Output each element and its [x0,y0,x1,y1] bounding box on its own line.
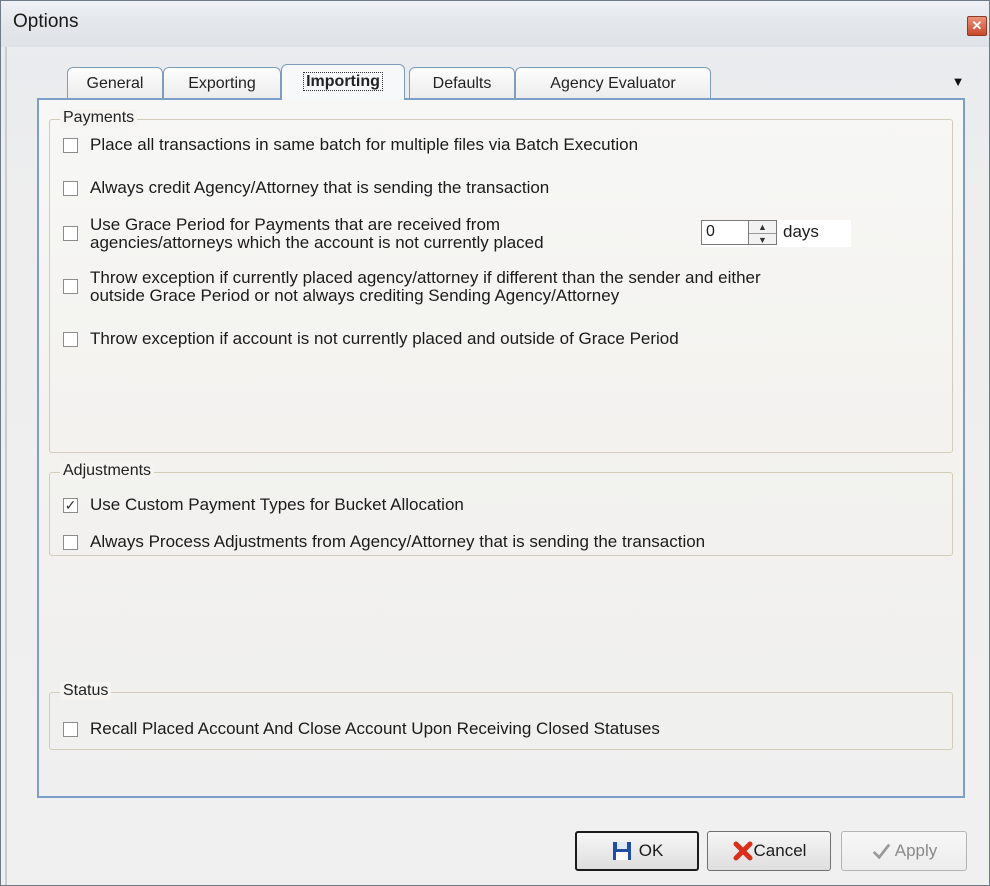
option-always-credit-agency[interactable]: Always credit Agency/Attorney that is se… [63,179,549,197]
tab-importing-label: Importing [303,72,383,91]
checkbox[interactable] [63,279,78,294]
checkmark-icon [872,843,890,860]
option-use-grace-period[interactable]: Use Grace Period for Payments that are r… [63,216,544,252]
option-label: Always credit Agency/Attorney that is se… [90,178,550,197]
apply-label: Apply [894,841,938,860]
option-custom-payment-types[interactable]: ✓ Use Custom Payment Types for Bucket Al… [63,496,464,514]
option-label: Use Grace Period for Payments that are r… [90,216,544,252]
checkbox[interactable] [63,138,78,153]
spin-up-icon[interactable]: ▲ [749,221,776,234]
option-label-line2: outside Grace Period or not always credi… [90,286,620,305]
option-throw-exception-not-placed[interactable]: Throw exception if account is not curren… [63,330,679,348]
spin-buttons[interactable]: ▲ ▼ [749,220,777,245]
grace-period-stepper[interactable]: 0 ▲ ▼ days [701,220,851,247]
dropdown-arrow-icon[interactable]: ▼ [951,75,965,89]
option-throw-exception-different-sender[interactable]: Throw exception if currently placed agen… [63,269,761,305]
title-bar[interactable]: Options ✕ [1,1,989,47]
option-recall-placed-account[interactable]: Recall Placed Account And Close Account … [63,720,660,738]
tab-importing[interactable]: Importing [281,64,405,100]
tab-general[interactable]: General [67,67,163,99]
cancel-label: Cancel [753,841,807,860]
option-label: Throw exception if currently placed agen… [90,269,761,305]
tab-general-label: General [86,75,144,92]
ok-button[interactable]: OK [575,831,699,871]
adjustments-legend: Adjustments [60,462,155,480]
ok-label: OK [638,841,664,860]
payments-legend: Payments [60,109,138,127]
option-label: Throw exception if account is not curren… [90,329,679,348]
tab-exporting-label: Exporting [188,75,256,92]
tab-agency-evaluator[interactable]: Agency Evaluator [515,67,711,99]
apply-button[interactable]: Apply [841,831,967,871]
checkbox[interactable] [63,332,78,347]
checkbox[interactable] [63,722,78,737]
red-x-icon [733,841,753,861]
option-label: Use Custom Payment Types for Bucket Allo… [90,495,464,514]
save-icon [612,842,631,860]
option-label-line2: agencies/attorneys which the account is … [90,233,544,252]
option-always-process-adjustments[interactable]: Always Process Adjustments from Agency/A… [63,533,705,551]
option-label-line1: Throw exception if currently placed agen… [90,268,761,287]
checkbox-checked[interactable]: ✓ [63,498,78,513]
window-title: Options [13,11,79,32]
cancel-button[interactable]: Cancel [707,831,831,871]
tab-agency-evaluator-label: Agency Evaluator [550,75,676,92]
importing-tab-panel: Payments Place all transactions in same … [37,98,965,798]
option-label: Recall Placed Account And Close Account … [90,719,660,738]
checkbox[interactable] [63,181,78,196]
option-label: Place all transactions in same batch for… [90,135,639,154]
tab-defaults-label: Defaults [432,75,492,92]
grace-period-input[interactable]: 0 [701,220,749,245]
checkbox[interactable] [63,535,78,550]
close-icon[interactable]: ✕ [967,16,987,36]
status-legend: Status [60,682,112,700]
options-dialog: Options ✕ General Exporting Importing De… [0,0,990,886]
checkbox[interactable] [63,226,78,241]
grace-period-unit: days [783,222,819,241]
tab-exporting[interactable]: Exporting [163,67,281,99]
spin-down-icon[interactable]: ▼ [749,234,776,246]
window-edge [5,47,7,885]
option-label-line1: Use Grace Period for Payments that are r… [90,215,501,234]
option-label: Always Process Adjustments from Agency/A… [90,532,706,551]
tab-defaults[interactable]: Defaults [409,67,515,99]
option-same-batch[interactable]: Place all transactions in same batch for… [63,136,638,154]
